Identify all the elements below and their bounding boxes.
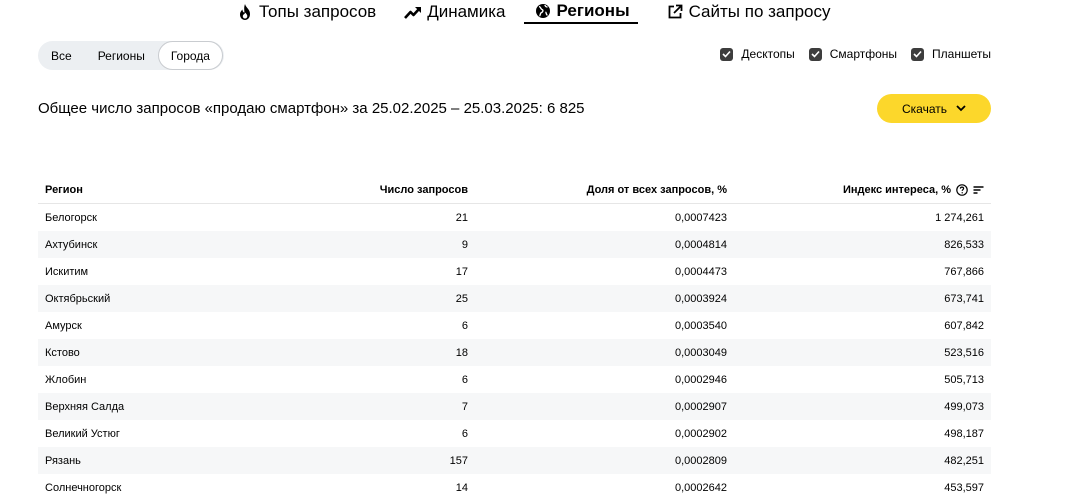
table-row: Кстово 18 0,0003049 523,516 <box>38 339 991 366</box>
device-tablet[interactable]: Планшеты <box>911 47 991 61</box>
cell-share: 0,0002907 <box>675 400 727 413</box>
tab-dynamics-label: Динамика <box>427 2 506 21</box>
cell-share: 0,0003049 <box>675 346 727 359</box>
table-header: Регион Число запросов Доля от всех запро… <box>38 177 991 204</box>
table-body: Белогорск 21 0,0007423 1 274,261 Ахтубинск 9 0… <box>38 204 991 501</box>
top-navigation: Топы запросов Динамика Регионы Сайты по … <box>236 0 831 26</box>
cell-region: Рязань <box>45 454 81 467</box>
cell-query-count: 6 <box>461 373 468 386</box>
cell-interest-index: 498,187 <box>944 427 984 440</box>
table-row: Ахтубинск 9 0,0004814 826,533 <box>38 231 991 258</box>
cell-region: Солнечногорск <box>45 481 122 494</box>
header-share[interactable]: Доля от всех запросов, % <box>468 184 727 196</box>
checkbox-checked-icon[interactable] <box>911 47 925 61</box>
table-row: Великий Устюг 6 0,0002902 498,187 <box>38 420 991 447</box>
cell-query-count: 6 <box>461 319 468 332</box>
cell-region: Великий Устюг <box>45 427 120 440</box>
device-desktop[interactable]: Десктопы <box>720 47 795 61</box>
cell-interest-index: 499,073 <box>944 400 984 413</box>
table-row: Верхняя Салда 7 0,0002907 499,073 <box>38 393 991 420</box>
cell-query-count: 9 <box>461 238 468 251</box>
header-interest-index-label: Индекс интереса, % <box>842 184 951 196</box>
trend-icon <box>404 3 422 21</box>
cell-region: Ахтубинск <box>45 238 98 251</box>
table-row: Солнечногорск 14 0,0002642 453,597 <box>38 474 991 501</box>
tab-top-queries-label: Топы запросов <box>259 2 377 21</box>
download-button-label: Скачать <box>902 101 947 116</box>
cell-query-count: 18 <box>455 346 468 359</box>
cell-interest-index: 607,842 <box>944 319 984 332</box>
cell-share: 0,0003540 <box>675 319 727 332</box>
cell-query-count: 17 <box>455 265 468 278</box>
cell-share: 0,0007423 <box>675 211 727 224</box>
table-row: Жлобин 6 0,0002946 505,713 <box>38 366 991 393</box>
cell-region: Белогорск <box>45 211 97 224</box>
cell-share: 0,0004473 <box>675 265 727 278</box>
tab-top-queries[interactable]: Топы запросов <box>236 0 376 24</box>
tab-sites-label: Сайты по запросу <box>688 2 831 21</box>
cell-interest-index: 1 274,261 <box>935 211 984 224</box>
cell-share: 0,0002809 <box>675 454 727 467</box>
checkbox-checked-icon[interactable] <box>808 47 822 61</box>
cell-share: 0,0002946 <box>675 373 727 386</box>
cell-interest-index: 505,713 <box>944 373 984 386</box>
table-row: Амурск 6 0,0003540 607,842 <box>38 312 991 339</box>
table-row: Октябрьский 25 0,0003924 673,741 <box>38 285 991 312</box>
table-row: Искитим 17 0,0004473 767,866 <box>38 258 991 285</box>
table-row: Белогорск 21 0,0007423 1 274,261 <box>38 204 991 231</box>
download-button[interactable]: Скачать <box>877 94 991 123</box>
segment-regions[interactable]: Регионы <box>85 41 158 70</box>
cell-interest-index: 767,866 <box>944 265 984 278</box>
fire-icon <box>236 3 254 21</box>
external-link-icon <box>666 3 684 21</box>
cell-interest-index: 673,741 <box>944 292 984 305</box>
total-queries-summary: Общее число запросов «продаю смартфон» з… <box>38 100 585 117</box>
header-query-count[interactable]: Число запросов <box>268 184 468 196</box>
cell-query-count: 21 <box>455 211 468 224</box>
region-type-segment: Все Регионы Города <box>38 41 224 70</box>
cell-share: 0,0002642 <box>675 481 727 494</box>
cell-interest-index: 453,597 <box>944 481 984 494</box>
cell-region: Амурск <box>45 319 82 332</box>
cell-region: Кстово <box>45 346 80 359</box>
device-smartphone[interactable]: Смартфоны <box>808 47 898 61</box>
cell-region: Верхняя Салда <box>45 400 125 413</box>
device-tablet-label: Планшеты <box>932 47 991 61</box>
cell-region: Октябрьский <box>45 292 111 305</box>
device-smartphone-label: Смартфоны <box>829 47 898 61</box>
cell-interest-index: 523,516 <box>944 346 984 359</box>
tab-sites[interactable]: Сайты по запросу <box>666 0 831 24</box>
header-interest-index[interactable]: Индекс интереса, % <box>727 184 984 196</box>
header-region[interactable]: Регион <box>38 184 268 196</box>
cell-interest-index: 826,533 <box>944 238 984 251</box>
cell-share: 0,0003924 <box>675 292 727 305</box>
help-icon[interactable] <box>956 184 968 196</box>
cell-interest-index: 482,251 <box>944 454 984 467</box>
tab-regions-label: Регионы <box>556 0 630 20</box>
cell-share: 0,0004814 <box>675 238 727 251</box>
tab-regions[interactable]: Регионы <box>523 0 638 24</box>
segment-cities[interactable]: Города <box>157 41 223 70</box>
cell-query-count: 7 <box>461 400 468 413</box>
sort-icon[interactable] <box>973 185 984 195</box>
cell-region: Искитим <box>45 265 89 278</box>
checkbox-checked-icon[interactable] <box>720 47 734 61</box>
table-row: Рязань 157 0,0002809 482,251 <box>38 447 991 474</box>
cell-query-count: 6 <box>461 427 468 440</box>
chevron-down-icon <box>956 105 966 112</box>
cell-query-count: 25 <box>455 292 468 305</box>
globe-icon <box>534 2 552 20</box>
cell-share: 0,0002902 <box>675 427 727 440</box>
device-desktop-label: Десктопы <box>741 47 795 61</box>
cell-region: Жлобин <box>45 373 87 386</box>
cell-query-count: 14 <box>455 481 468 494</box>
device-filters: Десктопы Смартфоны Планшеты <box>706 47 991 61</box>
segment-all[interactable]: Все <box>38 41 85 70</box>
tab-dynamics[interactable]: Динамика <box>404 0 506 24</box>
cell-query-count: 157 <box>449 454 468 467</box>
regions-table: Регион Число запросов Доля от всех запро… <box>38 177 991 501</box>
